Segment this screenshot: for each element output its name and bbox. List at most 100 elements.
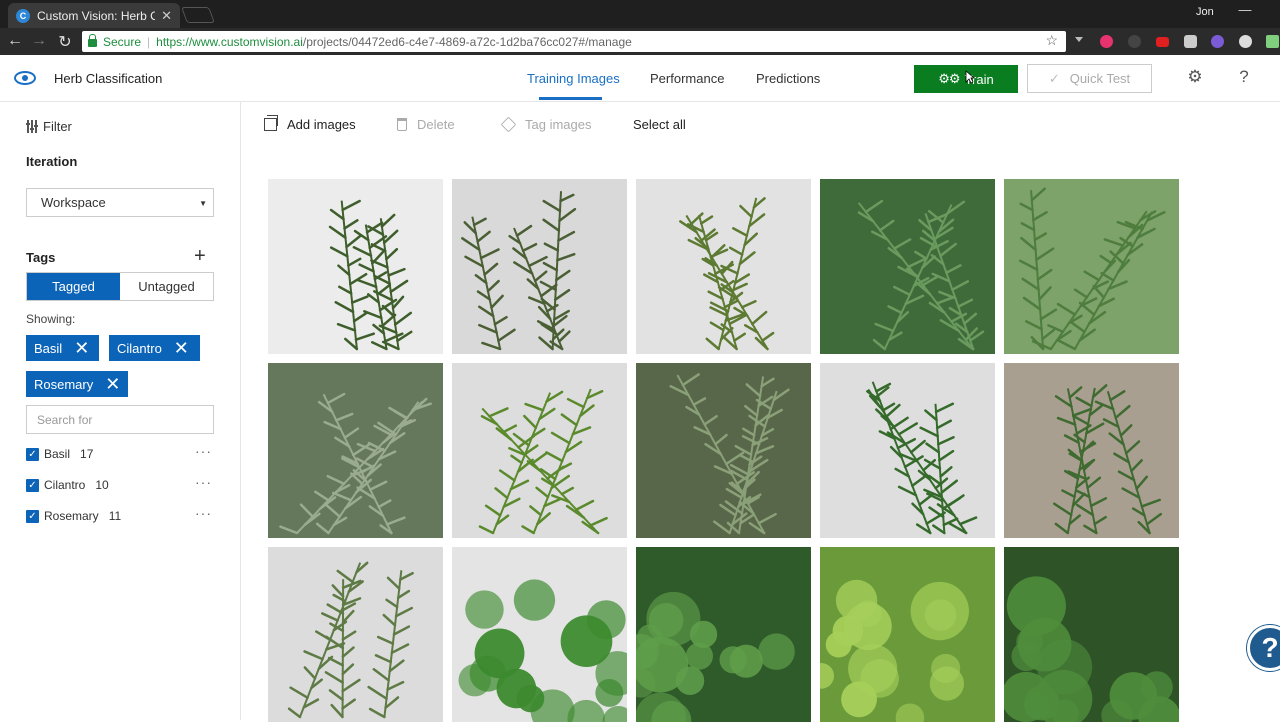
custom-vision-favicon-icon: C: [16, 8, 30, 23]
iteration-value: Workspace: [41, 195, 106, 210]
tag-images-label: Tag images: [525, 117, 592, 132]
image-thumbnail-rosemary[interactable]: [268, 363, 443, 538]
active-tab-underline: [539, 97, 602, 100]
tab-close-icon[interactable]: ✕: [161, 8, 172, 24]
help-question-icon[interactable]: ?: [1236, 68, 1252, 86]
image-thumbnail-rosemary[interactable]: [452, 363, 627, 538]
extension-cloud-icon[interactable]: [1239, 35, 1252, 48]
address-separator: |: [147, 34, 151, 49]
settings-gear-icon[interactable]: ⚙: [1186, 68, 1204, 86]
remove-chip-icon[interactable]: ✕: [174, 339, 189, 357]
image-thumbnail-rosemary[interactable]: [1004, 179, 1179, 354]
forward-arrow-icon[interactable]: →: [29, 32, 49, 50]
tab-performance[interactable]: Performance: [650, 71, 724, 86]
help-chat-bubble-icon[interactable]: ?: [1247, 625, 1280, 671]
browser-tab[interactable]: C Custom Vision: Herb Clas ✕: [8, 3, 180, 28]
image-thumbnail-rosemary[interactable]: [1004, 363, 1179, 538]
secure-label: Secure: [103, 34, 142, 49]
delete-label: Delete: [417, 117, 455, 132]
reload-icon[interactable]: ↻: [55, 32, 75, 52]
lock-icon: [88, 33, 97, 47]
add-tag-plus-icon[interactable]: +: [194, 246, 206, 266]
extension-layers-icon[interactable]: [1128, 35, 1141, 48]
image-thumbnail-rosemary[interactable]: [452, 179, 627, 354]
extension-t-icon[interactable]: [1100, 35, 1113, 48]
tagged-toggle[interactable]: Tagged: [27, 273, 120, 300]
custom-vision-eye-logo-icon[interactable]: [14, 71, 36, 85]
tag-row-cilantro[interactable]: ✓ Cilantro 10 ···: [26, 474, 214, 494]
bookmark-star-icon[interactable]: ☆: [1045, 32, 1058, 49]
image-thumbnail-rosemary[interactable]: [820, 363, 995, 538]
more-options-icon[interactable]: ···: [195, 443, 212, 459]
youtube-icon[interactable]: [1156, 37, 1169, 47]
pocket-icon[interactable]: [1184, 35, 1197, 48]
iteration-label: Iteration: [26, 154, 78, 169]
url-path: /projects/04472ed6-c4e7-4869-a72c-1d2ba7…: [302, 34, 632, 49]
chip-label: Basil: [34, 340, 63, 356]
add-images-icon: [264, 115, 278, 131]
tab-title: Custom Vision: Herb Clas: [37, 8, 156, 23]
select-all-button[interactable]: Select all: [633, 117, 686, 132]
url-host: https://www.customvision.ai: [156, 34, 303, 49]
tag-name: Cilantro: [44, 478, 86, 492]
tags-label: Tags: [26, 250, 56, 265]
checkbox-checked-icon[interactable]: ✓: [26, 478, 39, 492]
remove-chip-icon[interactable]: ✕: [105, 375, 120, 393]
quick-test-button[interactable]: ✓ Quick Test: [1027, 64, 1152, 93]
chip-basil: Basil ✕: [26, 335, 99, 361]
extension-green-icon[interactable]: [1266, 35, 1279, 48]
filter-sidebar: Filter Iteration Workspace ▼ Tags + Tagg…: [0, 102, 241, 720]
image-thumbnail-cilantro[interactable]: [1004, 547, 1179, 722]
back-arrow-icon[interactable]: ←: [5, 32, 25, 50]
tag-icon: [500, 116, 517, 133]
checkbox-checked-icon[interactable]: ✓: [26, 509, 39, 523]
tag-count: 17: [80, 447, 94, 461]
image-thumbnail-cilantro[interactable]: [452, 547, 627, 722]
project-name[interactable]: Herb Classification: [54, 71, 162, 86]
more-options-icon[interactable]: ···: [195, 474, 212, 490]
untagged-toggle[interactable]: Untagged: [120, 273, 213, 300]
new-tab-button[interactable]: [181, 7, 215, 23]
extension-a-icon[interactable]: [1211, 35, 1224, 48]
delete-button[interactable]: Delete: [397, 117, 455, 132]
add-images-button[interactable]: Add images: [264, 115, 356, 132]
browser-user-name[interactable]: Jon: [1196, 6, 1214, 18]
more-options-icon[interactable]: ···: [195, 505, 212, 521]
minimize-icon[interactable]: —: [1235, 2, 1255, 17]
showing-label: Showing:: [26, 312, 76, 326]
tag-images-button[interactable]: Tag images: [500, 116, 592, 133]
tag-search-input[interactable]: [26, 405, 214, 434]
add-images-label: Add images: [287, 117, 356, 132]
tag-count: 11: [108, 509, 122, 523]
chip-rosemary: Rosemary ✕: [26, 371, 128, 397]
image-thumbnail-rosemary[interactable]: [268, 179, 443, 354]
tag-name: Rosemary: [44, 509, 99, 523]
select-all-label: Select all: [633, 117, 686, 132]
tab-training-images[interactable]: Training Images: [527, 71, 620, 86]
checkmark-icon: ✓: [1048, 70, 1060, 86]
tag-row-basil[interactable]: ✓ Basil 17 ···: [26, 443, 214, 463]
image-thumbnail-rosemary[interactable]: [820, 179, 995, 354]
iteration-dropdown[interactable]: Workspace ▼: [26, 188, 214, 217]
chip-label: Cilantro: [117, 340, 162, 356]
remove-chip-icon[interactable]: ✕: [74, 339, 89, 357]
image-thumbnail-rosemary[interactable]: [268, 547, 443, 722]
checkbox-checked-icon[interactable]: ✓: [26, 447, 39, 461]
filter-button[interactable]: Filter: [26, 119, 72, 134]
tag-count: 10: [95, 478, 109, 492]
tagged-untagged-toggle: Tagged Untagged: [26, 272, 214, 301]
gears-icon: ⚙⚙: [938, 71, 960, 86]
address-bar[interactable]: Secure | https://www.customvision.ai /pr…: [82, 31, 1066, 52]
image-thumbnail-cilantro[interactable]: [820, 547, 995, 722]
tag-row-rosemary[interactable]: ✓ Rosemary 11 ···: [26, 505, 214, 525]
tab-predictions[interactable]: Predictions: [756, 71, 820, 86]
dropdown-caret-icon: ▼: [199, 199, 207, 208]
browser-tabstrip: C Custom Vision: Herb Clas ✕ Jon —: [0, 0, 1280, 28]
filter-sliders-icon: [26, 120, 38, 133]
image-thumbnail-rosemary[interactable]: [636, 363, 811, 538]
extensions-dropdown-icon[interactable]: [1075, 37, 1083, 45]
image-thumbnail-rosemary[interactable]: [636, 179, 811, 354]
quick-test-label: Quick Test: [1069, 71, 1131, 86]
browser-toolbar: ← → ↻ Secure | https://www.customvision.…: [0, 28, 1280, 55]
image-thumbnail-cilantro[interactable]: [636, 547, 811, 722]
